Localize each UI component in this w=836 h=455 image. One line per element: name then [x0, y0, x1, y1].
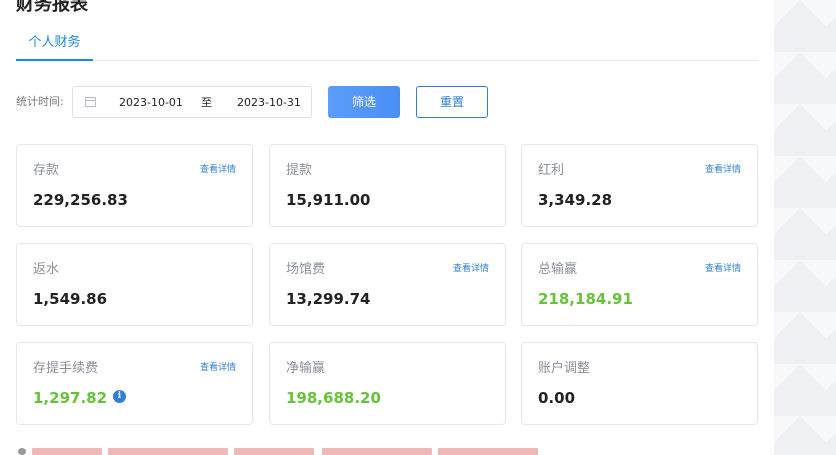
side-background — [774, 0, 836, 455]
card-title: 存提手续费 — [33, 361, 99, 376]
view-details-link[interactable]: 查看详情 — [200, 362, 236, 374]
end-date[interactable]: 2023-10-31 — [237, 95, 301, 111]
view-details-link[interactable]: 查看详情 — [705, 164, 741, 176]
card-title: 账户调整 — [538, 361, 591, 376]
date-range-picker[interactable]: 2023-10-01 至 2023-10-31 — [72, 86, 312, 118]
card-venue-fee: 场馆费 查看详情 13,299.74 — [269, 243, 506, 326]
card-value: 0.00 — [538, 389, 576, 407]
card-value: 218,184.91 — [538, 290, 633, 308]
tab-bar: 个人财务 — [16, 28, 758, 61]
card-value: 1,297.82 — [33, 389, 108, 407]
page-title: 财务报表 — [16, 0, 88, 15]
filter-button[interactable]: 筛选 — [328, 86, 400, 118]
card-title: 场馆费 — [286, 262, 326, 277]
card-title: 红利 — [538, 163, 565, 178]
card-title: 返水 — [33, 262, 60, 277]
tab-personal-finance[interactable]: 个人财务 — [16, 28, 93, 61]
filter-label: 统计时间: — [16, 95, 64, 108]
card-value: 13,299.74 — [286, 290, 371, 308]
view-details-link[interactable]: 查看详情 — [705, 263, 741, 275]
view-details-link[interactable]: 查看详情 — [200, 164, 236, 176]
date-separator: 至 — [201, 96, 212, 109]
card-net-win-loss: 净输赢 198,688.20 — [269, 342, 506, 425]
card-account-adjustment: 账户调整 0.00 — [521, 342, 758, 425]
reset-button[interactable]: 重置 — [416, 86, 488, 118]
card-value: 198,688.20 — [286, 389, 381, 407]
card-title: 存款 — [33, 163, 60, 178]
card-bonus: 红利 查看详情 3,349.28 — [521, 144, 758, 227]
card-value: 15,911.00 — [286, 191, 371, 209]
calendar-icon — [85, 97, 96, 107]
card-value: 3,349.28 — [538, 191, 613, 209]
card-transaction-fee: 存提手续费 查看详情 1,297.82 i — [16, 342, 253, 425]
view-details-link[interactable]: 查看详情 — [453, 263, 489, 275]
bottom-notice-cropped — [18, 448, 578, 455]
card-title: 净输赢 — [286, 361, 326, 376]
card-title: 提款 — [286, 163, 313, 178]
info-icon[interactable]: i — [113, 390, 126, 403]
card-value: 229,256.83 — [33, 191, 128, 209]
card-value: 1,549.86 — [33, 290, 108, 308]
start-date[interactable]: 2023-10-01 — [119, 95, 183, 111]
card-deposit: 存款 查看详情 229,256.83 — [16, 144, 253, 227]
card-title: 总输赢 — [538, 262, 578, 277]
card-total-win-loss: 总输赢 查看详情 218,184.91 — [521, 243, 758, 326]
card-rebate: 返水 1,549.86 — [16, 243, 253, 326]
card-withdrawal: 提款 15,911.00 — [269, 144, 506, 227]
